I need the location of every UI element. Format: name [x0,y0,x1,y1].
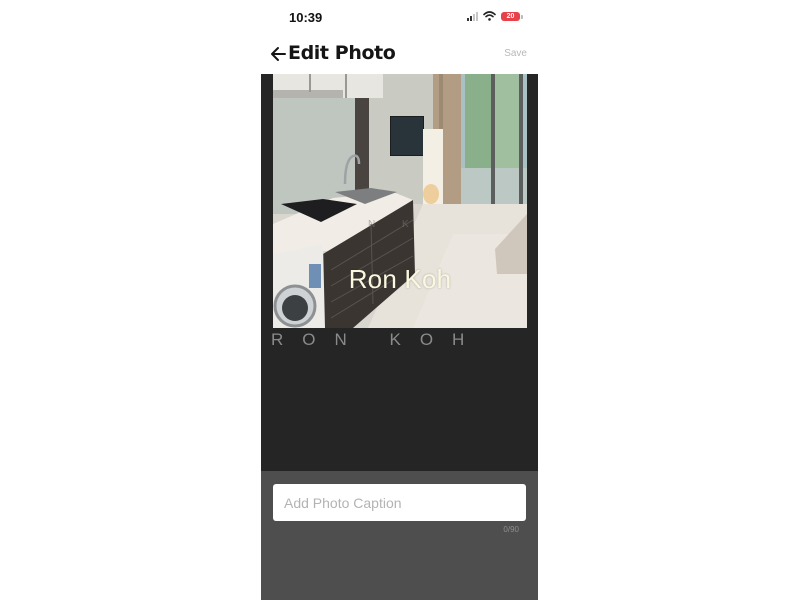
signal-icon [467,11,478,21]
header: Edit Photo Save [261,38,538,74]
photo-canvas[interactable]: N K Ron Koh [273,74,527,328]
battery-icon: 20 [501,11,523,21]
back-arrow-icon[interactable] [269,44,287,64]
watermark-small: N K [368,219,421,230]
page-title: Edit Photo [288,42,396,64]
save-button[interactable]: Save [504,48,527,59]
wifi-icon [483,11,496,21]
caption-panel: 0/90 [261,471,538,600]
photo-editor: N K Ron Koh RON KOH [261,74,538,471]
caption-input[interactable] [273,484,526,521]
phone-screen: 10:39 20 Edit Photo Save N K Ron Koh RON… [261,0,538,600]
photo-overlay-text[interactable]: Ron Koh [273,264,527,295]
status-icons: 20 [467,11,523,21]
watermark-text: RON KOH [271,330,484,349]
status-time: 10:39 [289,10,323,25]
caption-char-count: 0/90 [503,525,519,534]
